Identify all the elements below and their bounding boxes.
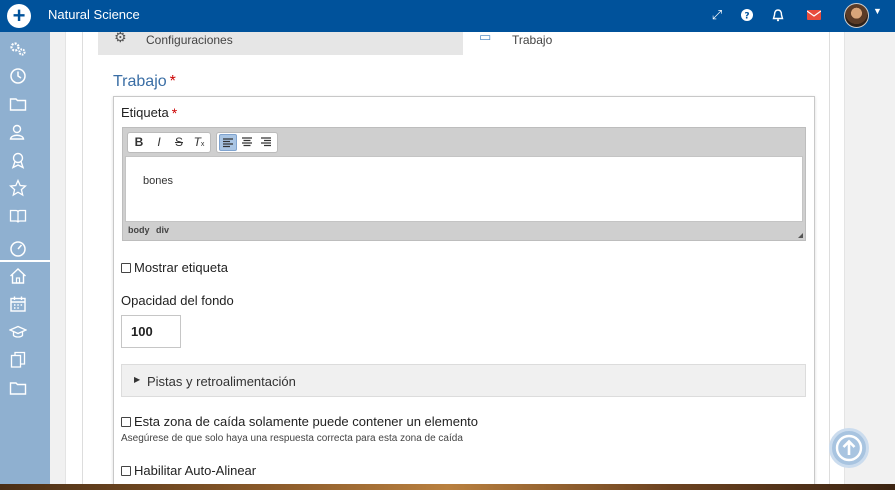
opacity-input[interactable]: 100 <box>121 315 181 348</box>
single-element-text[interactable]: Esta zona de caída solamente puede conte… <box>134 414 478 429</box>
single-element-checkbox[interactable] <box>121 417 131 427</box>
align-right-button[interactable] <box>257 134 275 151</box>
align-center-button[interactable] <box>238 134 256 151</box>
monitor-icon: ▭ <box>479 29 492 44</box>
label-field-label: Etiqueta * <box>121 105 177 121</box>
format-toolbar-group: B I S Tx <box>127 132 211 153</box>
bold-button[interactable]: B <box>130 134 148 151</box>
home-icon[interactable] <box>9 267 27 285</box>
italic-button[interactable]: I <box>150 134 168 151</box>
tab-configuraciones[interactable]: ⚙ Configuraciones <box>98 29 463 55</box>
editor-text[interactable]: bones <box>143 175 173 187</box>
arrow-up-circle-icon <box>835 434 863 462</box>
single-element-help: Asegúrese de que solo haya una respuesta… <box>121 433 463 444</box>
user-avatar[interactable] <box>844 3 869 28</box>
svg-text:?: ? <box>744 12 749 22</box>
folder-open-icon[interactable] <box>9 379 27 397</box>
gears-icon[interactable] <box>9 40 27 58</box>
star-icon[interactable] <box>8 178 28 197</box>
editor-content-area[interactable]: bones <box>125 156 803 222</box>
resize-handle[interactable] <box>798 233 803 238</box>
mail-icon[interactable] <box>805 6 823 25</box>
app-title[interactable]: Natural Science <box>48 7 140 22</box>
path-div[interactable]: div <box>156 225 169 235</box>
tab-label: Trabajo <box>512 33 553 47</box>
help-icon[interactable]: ? <box>738 6 756 26</box>
award-icon[interactable] <box>9 151 27 169</box>
tab-label: Configuraciones <box>146 33 233 47</box>
chevron-down-icon[interactable]: ▼ <box>873 6 882 16</box>
required-mark: * <box>171 105 178 121</box>
strikethrough-button[interactable]: S <box>170 134 188 151</box>
label-field-label-text: Etiqueta <box>121 105 169 120</box>
folder-icon[interactable] <box>9 95 27 113</box>
required-mark: * <box>169 73 176 90</box>
show-label-checkbox[interactable] <box>121 263 131 273</box>
top-bar: + Natural Science ⤢ ? ▼ <box>0 0 895 32</box>
sidebar <box>0 32 50 484</box>
fullscreen-icon[interactable]: ⤢ <box>708 6 726 24</box>
calendar-icon[interactable] <box>9 295 27 313</box>
footer-image-strip <box>0 484 895 490</box>
rich-text-editor: B I S Tx bones body div <box>122 127 806 241</box>
bell-icon[interactable] <box>769 6 787 27</box>
section-title-text: Trabajo <box>113 73 167 90</box>
user-icon[interactable] <box>9 123 27 141</box>
path-body[interactable]: body <box>128 225 150 235</box>
remove-format-button[interactable]: Tx <box>190 134 208 151</box>
clock-icon[interactable] <box>9 67 27 85</box>
auto-align-text[interactable]: Habilitar Auto-Alinear <box>134 463 256 478</box>
graduation-cap-icon[interactable] <box>8 323 28 341</box>
align-left-button[interactable] <box>219 134 237 151</box>
show-label-text[interactable]: Mostrar etiqueta <box>134 260 228 275</box>
copy-icon[interactable] <box>9 351 27 369</box>
section-title: Trabajo * <box>113 73 176 91</box>
tab-trabajo[interactable]: ▭ Trabajo <box>463 29 828 55</box>
scroll-to-top-button[interactable] <box>829 428 869 468</box>
hints-label: Pistas y retroalimentación <box>147 374 296 389</box>
auto-align-checkbox[interactable] <box>121 466 131 476</box>
hints-collapsible[interactable]: ▶ Pistas y retroalimentación <box>121 364 806 397</box>
align-toolbar-group <box>216 132 278 153</box>
sidebar-divider <box>0 260 50 262</box>
caret-right-icon: ▶ <box>134 375 141 384</box>
dashboard-icon[interactable] <box>9 239 27 257</box>
gears-icon: ⚙ <box>114 29 127 45</box>
opacity-label: Opacidad del fondo <box>121 293 234 308</box>
add-icon[interactable]: + <box>7 4 31 28</box>
book-icon[interactable] <box>9 207 27 225</box>
